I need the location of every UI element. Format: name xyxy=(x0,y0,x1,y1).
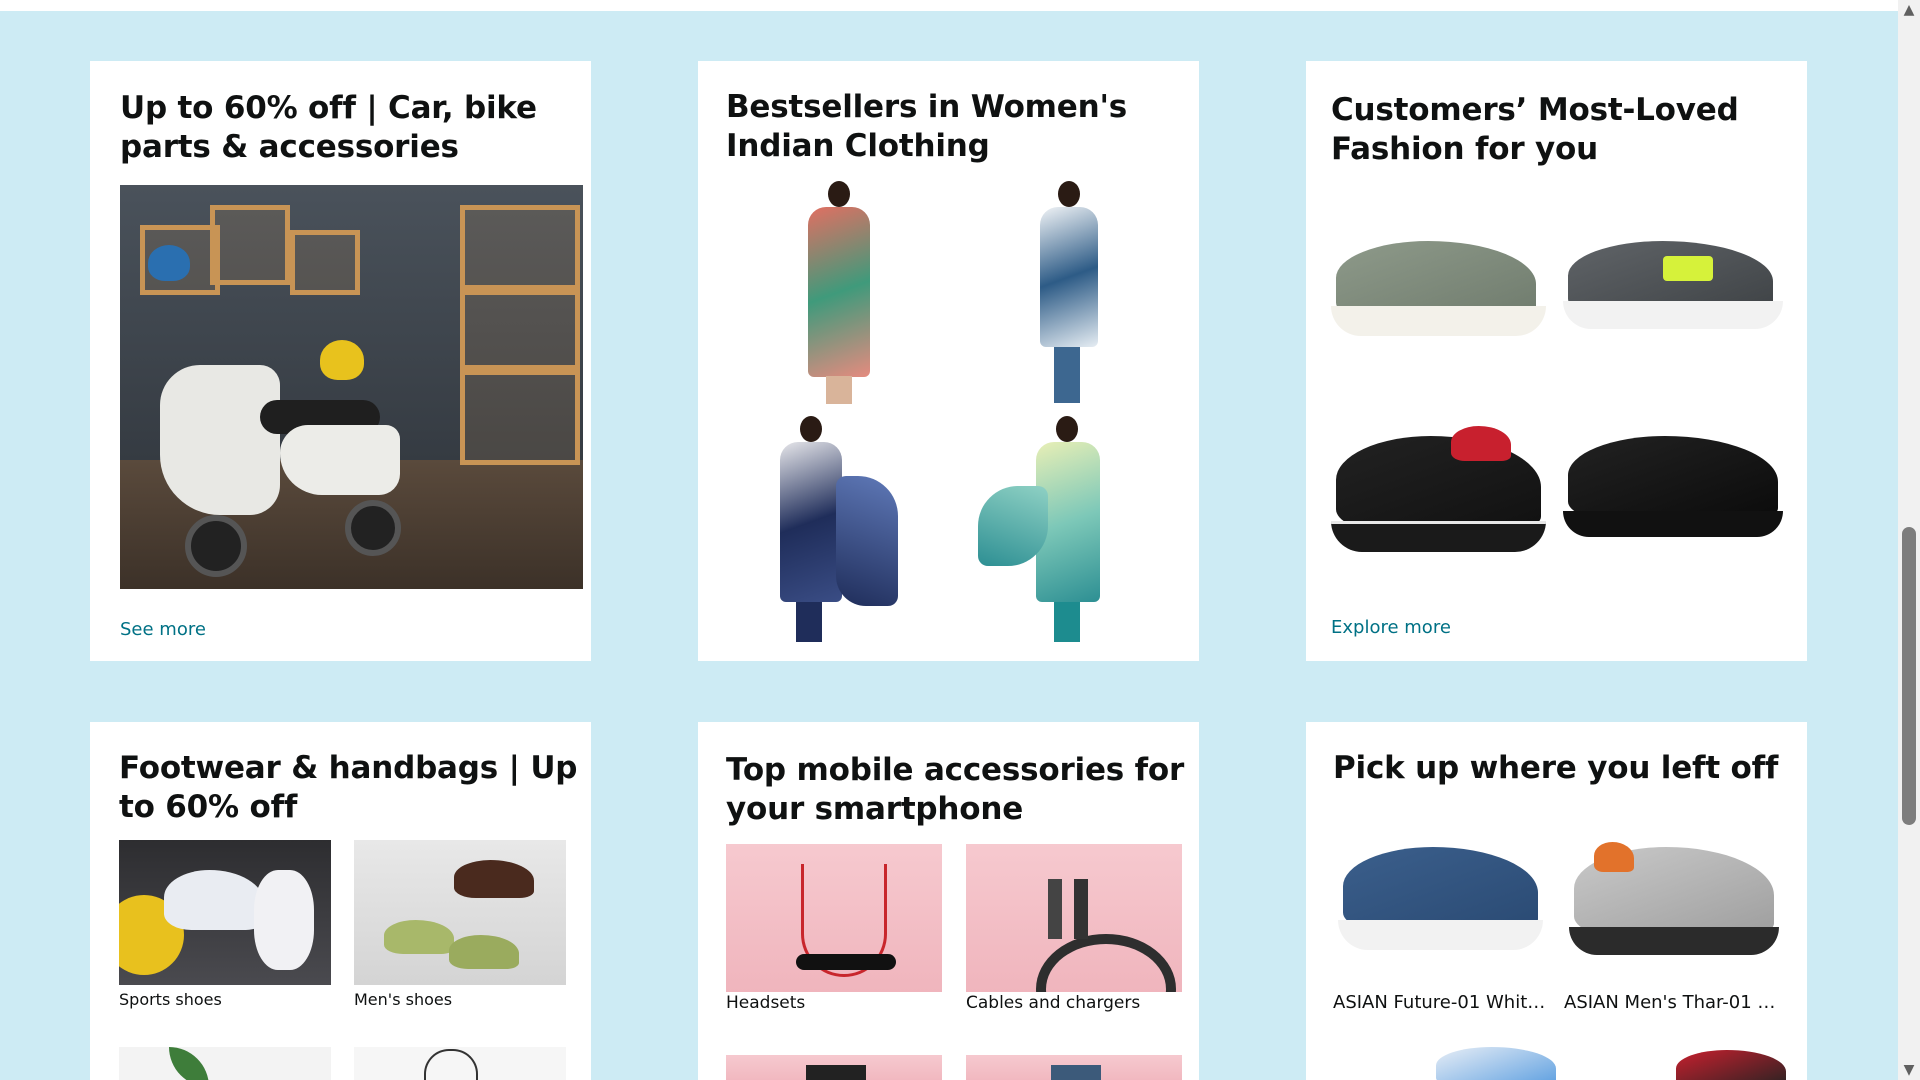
card-title[interactable]: Customers’ Most-Loved Fashion for you xyxy=(1331,91,1796,169)
card-womens-indian-clothing: Bestsellers in Women's Indian Clothing xyxy=(698,61,1199,661)
shoe-sole xyxy=(1331,306,1546,336)
sports-shoes-image[interactable] xyxy=(119,840,331,985)
scooter xyxy=(160,365,280,515)
cable xyxy=(1036,934,1176,992)
helmet-icon xyxy=(148,245,190,281)
power-bank xyxy=(1051,1065,1101,1080)
legs xyxy=(796,602,822,642)
shoe-accent xyxy=(1451,426,1511,461)
kurta-set-blue-print[interactable] xyxy=(1018,181,1118,406)
top-strip xyxy=(0,0,1898,11)
dupatta xyxy=(836,476,898,606)
card-most-loved-fashion: Customers’ Most-Loved Fashion for you Ex… xyxy=(1306,61,1807,661)
headsets-image[interactable] xyxy=(726,844,942,992)
usb-plug xyxy=(1074,879,1088,939)
item-caption[interactable]: Cables and chargers xyxy=(966,993,1182,1013)
kurta-set-green-tie-dye[interactable] xyxy=(978,416,1158,646)
shelf xyxy=(460,205,580,295)
card-title[interactable]: Up to 60% off | Car, bike parts & access… xyxy=(120,89,580,167)
legs xyxy=(1054,602,1080,642)
handbag-image[interactable] xyxy=(354,1047,566,1080)
loafer xyxy=(449,935,519,969)
card-footwear-handbags: Footwear & handbags | Up to 60% off Spor… xyxy=(90,722,591,1080)
product-image[interactable] xyxy=(1656,1042,1796,1080)
product-image[interactable] xyxy=(1426,1042,1566,1080)
shoe-upper xyxy=(1436,1047,1556,1080)
kurta xyxy=(780,442,842,602)
asian-future-shoe-image[interactable] xyxy=(1333,812,1553,972)
product-image[interactable] xyxy=(966,1055,1182,1080)
usb-plug xyxy=(1048,879,1062,939)
see-more-link[interactable]: See more xyxy=(120,619,206,640)
model-head xyxy=(828,181,850,207)
neckband-band xyxy=(796,954,896,970)
item-caption[interactable]: Headsets xyxy=(726,993,942,1013)
item-caption[interactable]: Sports shoes xyxy=(119,990,331,1009)
item-caption[interactable]: ASIAN Future-01 White... xyxy=(1333,992,1551,1013)
kurta-set-navy-dupatta[interactable] xyxy=(758,416,908,646)
triangle-down-icon[interactable]: ▼ xyxy=(1900,1062,1918,1078)
model-head xyxy=(1058,181,1080,207)
shoe-dark-grey-sneaker[interactable] xyxy=(1563,201,1788,361)
triangle-up-icon[interactable]: ▲ xyxy=(1900,2,1918,18)
mens-shoes-image[interactable] xyxy=(354,840,566,985)
card-pick-up-where-you-left-off: Pick up where you left off ASIAN Future-… xyxy=(1306,722,1807,1080)
cables-chargers-image[interactable] xyxy=(966,844,1182,992)
item-caption[interactable]: Men's shoes xyxy=(354,990,566,1009)
leaf xyxy=(169,1047,209,1080)
shelf xyxy=(210,205,290,285)
shoe-stripes xyxy=(1663,256,1713,281)
kurta xyxy=(808,207,870,377)
card-car-bike-parts: Up to 60% off | Car, bike parts & access… xyxy=(90,61,591,661)
wheel xyxy=(185,515,247,577)
shoe-sole xyxy=(1563,511,1783,537)
card-title[interactable]: Bestsellers in Women's Indian Clothing xyxy=(726,88,1186,166)
bag-handle xyxy=(424,1049,478,1080)
card-title[interactable]: Top mobile accessories for your smartpho… xyxy=(726,751,1186,829)
shoe-black-red-sneaker[interactable] xyxy=(1331,406,1553,576)
legs xyxy=(1054,347,1080,403)
shelf xyxy=(290,230,360,295)
legs xyxy=(826,376,852,404)
car-bike-accessories-image[interactable] xyxy=(120,185,583,589)
item-caption[interactable]: ASIAN Men's Thar-01 S... xyxy=(1564,992,1784,1013)
shelf xyxy=(460,365,580,465)
shoe-accent xyxy=(1594,842,1634,872)
shoe-upper xyxy=(1676,1050,1786,1080)
wheel xyxy=(345,500,401,556)
shoe-sole xyxy=(1569,927,1779,955)
model-head xyxy=(800,416,822,442)
sneaker xyxy=(254,870,314,970)
shoe-upper xyxy=(1568,436,1778,521)
product-image[interactable] xyxy=(119,1047,331,1080)
shoe-sole xyxy=(1338,920,1543,950)
scooter-rear xyxy=(280,425,400,495)
shoe-black-sneaker[interactable] xyxy=(1563,406,1788,576)
card-title[interactable]: Footwear & handbags | Up to 60% off xyxy=(119,749,579,827)
scrollbar-thumb[interactable] xyxy=(1902,527,1916,825)
asian-thar-shoe-image[interactable] xyxy=(1564,812,1789,972)
product-image[interactable] xyxy=(726,1055,942,1080)
card-title[interactable]: Pick up where you left off xyxy=(1333,749,1793,788)
loafer xyxy=(454,860,534,898)
loafer xyxy=(384,920,454,954)
card-mobile-accessories: Top mobile accessories for your smartpho… xyxy=(698,722,1199,1080)
kurta xyxy=(1040,207,1098,347)
shoe-sole xyxy=(1563,301,1783,329)
shelf xyxy=(460,285,580,375)
explore-more-link[interactable]: Explore more xyxy=(1331,617,1451,638)
sneaker xyxy=(164,870,264,930)
helmet-icon xyxy=(320,340,364,380)
kurta-set-pink-floral[interactable] xyxy=(788,181,888,406)
model-head xyxy=(1056,416,1078,442)
shoe-sole xyxy=(1331,521,1546,552)
device xyxy=(806,1065,866,1080)
shoe-grey-sneaker[interactable] xyxy=(1331,201,1553,361)
